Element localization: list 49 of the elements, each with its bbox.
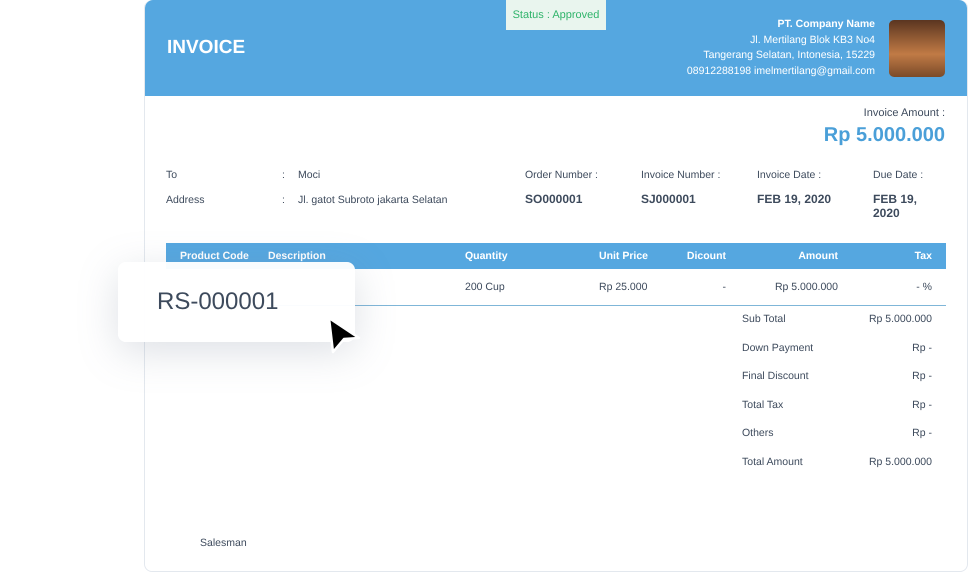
photo-placeholder xyxy=(889,20,945,76)
total-label: Final Discount xyxy=(742,370,809,382)
total-label: Others xyxy=(742,427,774,439)
total-value: Rp - xyxy=(912,342,932,354)
column-header: Tax xyxy=(914,250,933,262)
total-label: Total Tax xyxy=(742,398,784,410)
meta-value: FEB 19, 2020 xyxy=(873,192,918,220)
floating-card: RS-000001 xyxy=(118,262,355,342)
column-header: Unit Price xyxy=(598,250,650,262)
meta-value: SO000001 xyxy=(525,192,584,206)
table-cell-text: Rp 25.000 xyxy=(598,281,648,293)
column-header: Quantity xyxy=(464,250,509,262)
field-separator: : xyxy=(282,169,286,181)
invoice-amount-label: Invoice Amount : xyxy=(862,107,945,119)
total-value: Rp 5.000.000 xyxy=(868,456,932,468)
total-label: Sub Total xyxy=(742,313,786,325)
meta-label: Due Date : xyxy=(873,169,924,181)
table-cell-text: - % xyxy=(915,281,933,293)
table-cell-text: 200 Cup xyxy=(464,281,506,293)
meta-label: Invoice Number : xyxy=(641,169,722,181)
total-value: Rp - xyxy=(912,370,932,382)
meta-value: SJ000001 xyxy=(641,192,697,206)
field-value: Jl. gatot Subroto jakarta Selatan xyxy=(298,194,448,206)
company-address: Tangerang Selatan, Intonesia, 15229 xyxy=(702,48,875,63)
column-header: Product Code xyxy=(179,250,250,262)
meta-label: Order Number : xyxy=(525,169,599,181)
table-cell-text: - xyxy=(722,281,726,293)
meta-label: Invoice Date : xyxy=(757,169,822,181)
total-value: Rp 5.000.000 xyxy=(868,313,932,325)
total-value: Rp - xyxy=(912,427,932,439)
field-separator: : xyxy=(282,194,286,206)
column-header: Dicount xyxy=(686,250,726,262)
meta-value: FEB 19, 2020 xyxy=(757,192,832,206)
status-badge: Status : Approved xyxy=(506,0,606,30)
invoice-title: INVOICE xyxy=(167,37,246,59)
field-value: Moci xyxy=(298,169,320,181)
signature-label: Salesman xyxy=(200,537,248,549)
column-header: Amount xyxy=(797,250,838,262)
column-header: Description xyxy=(267,250,327,262)
field-label: Address xyxy=(166,194,206,206)
field-label: To xyxy=(166,169,178,181)
invoice-amount-value: Rp 5.000.000 xyxy=(822,124,945,147)
total-value: Rp - xyxy=(912,398,932,410)
company-name: PT. Company Name xyxy=(776,17,875,32)
table-cell-text: Rp 5.000.000 xyxy=(774,281,838,293)
company-address: Jl. Mertilang Blok KB3 No4 xyxy=(749,32,875,48)
company-contact: 08912288198 imelmertilang@gmail.com xyxy=(686,64,875,78)
total-label: Total Amount xyxy=(742,456,803,468)
total-label: Down Payment xyxy=(742,342,814,354)
